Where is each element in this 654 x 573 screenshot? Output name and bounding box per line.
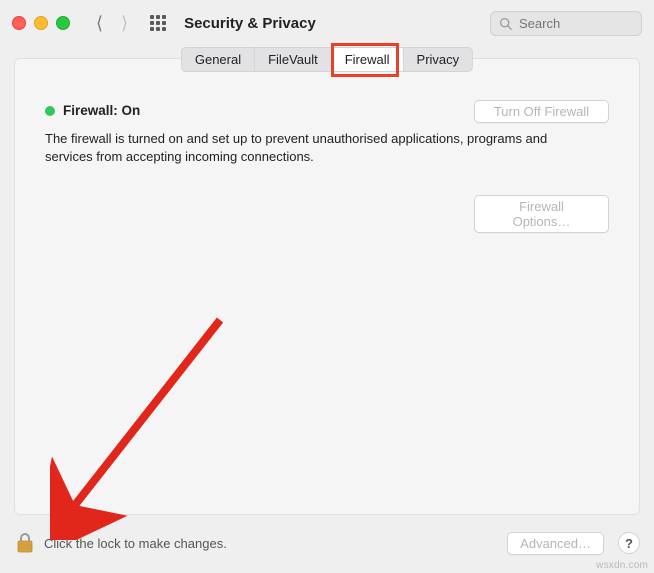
advanced-button[interactable]: Advanced… — [507, 532, 604, 555]
watermark: wsxdn.com — [596, 560, 648, 571]
tab-filevault[interactable]: FileVault — [254, 47, 331, 72]
forward-button[interactable]: ⟩ — [121, 14, 128, 32]
status-indicator-icon — [45, 106, 55, 116]
lock-icon — [15, 531, 35, 555]
lock-hint-text: Click the lock to make changes. — [44, 536, 227, 551]
firewall-description: The firewall is turned on and set up to … — [45, 130, 585, 165]
tab-firewall[interactable]: Firewall — [331, 47, 403, 72]
footer: Click the lock to make changes. Advanced… — [14, 523, 640, 563]
titlebar: ⟨ ⟩ Security & Privacy — [0, 0, 654, 46]
close-window-button[interactable] — [12, 16, 26, 30]
firewall-status-label: Firewall: On — [63, 103, 140, 118]
tabs: General FileVault Firewall Privacy — [181, 47, 473, 72]
zoom-window-button[interactable] — [56, 16, 70, 30]
tab-privacy[interactable]: Privacy — [403, 47, 474, 72]
help-button[interactable]: ? — [618, 532, 640, 554]
search-input[interactable] — [517, 15, 633, 32]
search-icon — [499, 17, 512, 30]
page-title: Security & Privacy — [184, 15, 316, 32]
tab-general[interactable]: General — [181, 47, 254, 72]
window-controls — [12, 16, 70, 30]
minimize-window-button[interactable] — [34, 16, 48, 30]
turn-off-firewall-button[interactable]: Turn Off Firewall — [474, 100, 609, 123]
nav-arrows: ⟨ ⟩ — [96, 14, 128, 32]
search-field[interactable] — [490, 11, 642, 36]
firewall-content: Firewall: On Turn Off Firewall The firew… — [45, 103, 609, 187]
lock-button[interactable] — [14, 530, 36, 556]
main-panel: General FileVault Firewall Privacy Firew… — [14, 58, 640, 515]
firewall-options-button[interactable]: Firewall Options… — [474, 195, 609, 233]
show-all-prefs-button[interactable] — [150, 15, 166, 31]
back-button[interactable]: ⟨ — [96, 14, 103, 32]
